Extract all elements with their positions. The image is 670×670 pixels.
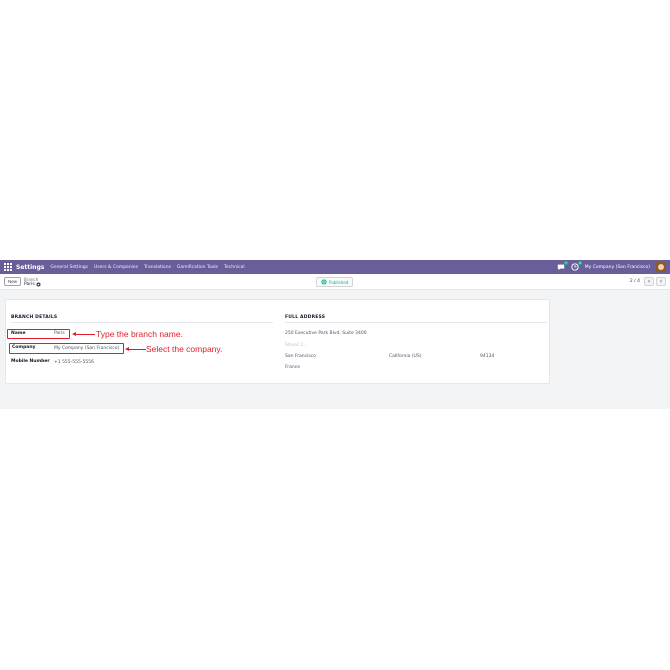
control-panel: New Branch Paris Published 2 / 4 ‹ › [0,274,670,290]
breadcrumb: Branch Paris [24,277,41,287]
branch-section-divider [11,322,273,323]
branch-details-title: BRANCH DETAILS [11,315,58,320]
full-address-title: FULL ADDRESS [285,315,326,320]
pager-next-button[interactable]: › [656,277,666,286]
chat-badge: 7 [563,261,568,265]
company-switcher[interactable]: My Company (San Francisco) [585,265,650,270]
activity-badge: 4 [577,261,582,265]
published-status-button[interactable]: Published [316,277,354,287]
state-select[interactable]: California (US) [389,354,421,359]
chat-icon[interactable]: 7 [557,261,568,271]
name-label: Name [11,331,26,336]
city-input[interactable]: San Francisco [285,354,316,359]
mobile-input[interactable]: +1 555-555-5556 [54,360,94,365]
company-hint-text: Select the company. [146,344,223,354]
app-title[interactable]: Settings [16,264,44,271]
mobile-label: Mobile Number [11,359,50,364]
name-hint-arrow [72,331,95,337]
company-select[interactable]: My Company (San Francisco) [54,346,119,351]
navbar-systray: 7 4 My Company (San Francisco) [557,261,666,272]
new-button[interactable]: New [4,277,22,286]
country-select[interactable]: France [285,365,300,370]
odoo-app: Settings General Settings Users & Compan… [0,260,670,409]
apps-grid-icon[interactable] [4,263,12,271]
address-section-divider [285,322,547,323]
form-sheet: BRANCH DETAILS FULL ADDRESS Name Paris T… [5,299,550,384]
activity-clock-icon[interactable]: 4 [571,261,582,271]
name-input[interactable]: Paris [54,331,65,336]
zip-input[interactable]: 94134 [480,354,494,359]
status-label: Published [329,279,349,285]
top-navbar: Settings General Settings Users & Compan… [0,260,670,274]
breadcrumb-current: Paris [24,282,41,287]
name-hint-text: Type the branch name. [96,329,183,339]
globe-icon [321,279,327,285]
menu-general-settings[interactable]: General Settings [50,265,88,270]
company-label: Company [12,345,36,350]
menu-gamification-tools[interactable]: Gamification Tools [177,265,218,270]
company-hint-arrow [125,346,146,352]
street2-input[interactable]: Street 2... [285,343,307,348]
menu-technical[interactable]: Technical [224,265,245,270]
pager-previous-button[interactable]: ‹ [644,277,654,286]
gear-icon[interactable] [36,282,41,287]
breadcrumb-current-label: Paris [24,281,35,287]
street-input[interactable]: 250 Executive Park Blvd, Suite 3400 [285,331,367,336]
record-pager: 2 / 4 ‹ › [630,277,666,286]
menu-translations[interactable]: Translations [144,265,171,270]
pager-value[interactable]: 2 / 4 [630,279,640,284]
user-avatar[interactable] [656,262,666,272]
menu-users-companies[interactable]: Users & Companies [94,265,138,270]
